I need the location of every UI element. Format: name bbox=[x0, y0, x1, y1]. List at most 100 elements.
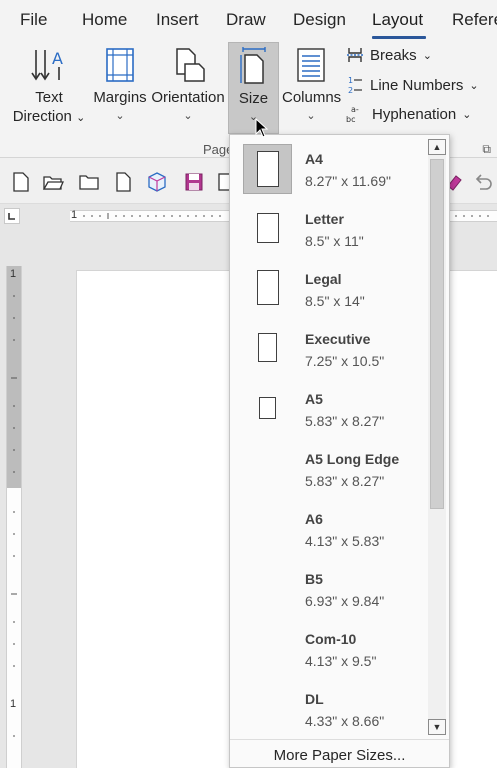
size-label: Size bbox=[238, 90, 269, 107]
scroll-down-arrow-icon[interactable]: ▼ bbox=[428, 719, 446, 735]
line-numbers-label: Line Numbers bbox=[370, 76, 464, 94]
paper-size-dims: 4.13" x 5.83" bbox=[305, 533, 385, 549]
paper-size-item-com-10[interactable]: Com-10 4.13" x 9.5" bbox=[230, 619, 426, 679]
tab-design[interactable]: Design bbox=[293, 10, 346, 30]
paper-size-dims: 8.5" x 14" bbox=[305, 293, 365, 309]
paper-size-name: B5 bbox=[305, 571, 323, 587]
line-numbers-button[interactable]: 1 2 Line Numbers ⌄ bbox=[346, 75, 479, 95]
open-folder-icon[interactable] bbox=[42, 171, 64, 193]
svg-text:1: 1 bbox=[348, 76, 353, 85]
hyphenation-button[interactable]: a- bc Hyphenation ⌄ bbox=[346, 104, 471, 124]
paper-size-item-executive[interactable]: Executive 7.25" x 10.5" bbox=[230, 319, 426, 379]
margins-label: Margins bbox=[93, 89, 147, 106]
paper-size-dims: 8.27" x 11.69" bbox=[305, 173, 391, 189]
paper-size-name: Legal bbox=[305, 271, 342, 287]
save-icon[interactable] bbox=[183, 171, 205, 193]
ruler-v-label-bottom: 1 bbox=[10, 698, 17, 710]
margins-chevron-icon: ⌄ bbox=[115, 110, 125, 122]
tab-layout[interactable]: Layout bbox=[372, 10, 423, 30]
margins-icon bbox=[106, 48, 134, 82]
columns-label: Columns bbox=[282, 89, 342, 106]
cube-icon[interactable] bbox=[146, 171, 168, 193]
orientation-chevron-icon: ⌄ bbox=[183, 110, 193, 122]
breaks-icon bbox=[347, 48, 363, 62]
svg-text:2: 2 bbox=[348, 86, 353, 95]
paper-size-thumbnail bbox=[243, 384, 292, 434]
scroll-up-arrow-icon[interactable]: ▲ bbox=[428, 139, 446, 155]
hyphenation-icon: a- bc bbox=[346, 105, 359, 124]
paper-size-item-dl[interactable]: DL 4.33" x 8.66" bbox=[230, 679, 426, 739]
blank-page-icon[interactable] bbox=[112, 171, 134, 193]
paper-size-thumbnail bbox=[243, 144, 292, 194]
size-button[interactable]: Size ⌄ bbox=[228, 42, 279, 134]
tab-references[interactable]: Refere bbox=[452, 10, 497, 30]
breaks-chevron-icon: ⌄ bbox=[422, 49, 432, 62]
paper-size-name: A4 bbox=[305, 151, 323, 167]
paper-size-name: Com-10 bbox=[305, 631, 357, 647]
paper-size-item-legal[interactable]: Legal 8.5" x 14" bbox=[230, 259, 426, 319]
margins-button[interactable]: Margins ⌄ bbox=[92, 46, 148, 126]
ribbon-tab-bar: File Home Insert Draw Design Layout Refe… bbox=[0, 0, 497, 40]
paper-size-item-a4[interactable]: A4 8.27" x 11.69" bbox=[230, 139, 426, 199]
paper-size-name: A6 bbox=[305, 511, 323, 527]
text-direction-button[interactable]: A Text Direction ⌄ bbox=[10, 46, 88, 128]
text-direction-icon: A bbox=[31, 49, 63, 81]
text-direction-label-2: Direction ⌄ bbox=[12, 108, 86, 125]
hyphenation-label: Hyphenation bbox=[372, 105, 457, 123]
orientation-label: Orientation bbox=[151, 89, 225, 106]
paper-size-dropdown: A4 8.27" x 11.69" Letter 8.5" x 11" Lega… bbox=[229, 134, 450, 768]
svg-text:a-: a- bbox=[351, 105, 359, 114]
tab-insert[interactable]: Insert bbox=[156, 10, 199, 30]
line-numbers-chevron-icon: ⌄ bbox=[469, 79, 479, 92]
undo-icon[interactable] bbox=[472, 171, 494, 193]
active-tab-indicator bbox=[372, 36, 426, 39]
mouse-cursor-icon bbox=[255, 118, 269, 138]
paper-size-item-a6[interactable]: A6 4.13" x 5.83" bbox=[230, 499, 426, 559]
ruler-v-label-top: 1 bbox=[10, 268, 17, 280]
orientation-button[interactable]: Orientation ⌄ bbox=[150, 46, 226, 126]
hyphenation-chevron-icon: ⌄ bbox=[462, 108, 472, 121]
menu-divider bbox=[230, 739, 449, 740]
tab-draw[interactable]: Draw bbox=[226, 10, 266, 30]
paper-size-thumbnail bbox=[243, 264, 292, 314]
orientation-icon bbox=[176, 48, 205, 82]
paper-size-thumbnail bbox=[243, 204, 292, 254]
paper-size-dims: 6.93" x 9.84" bbox=[305, 593, 385, 609]
vertical-ruler-ticks-icon bbox=[11, 295, 17, 737]
paper-size-dims: 5.83" x 8.27" bbox=[305, 413, 385, 429]
size-chevron-icon: ⌄ bbox=[248, 111, 259, 123]
paper-size-name: A5 bbox=[305, 391, 323, 407]
breaks-label: Breaks bbox=[370, 46, 417, 64]
more-paper-sizes-link[interactable]: More Paper Sizes... bbox=[230, 747, 449, 764]
scrollbar-thumb[interactable] bbox=[430, 159, 444, 509]
paper-size-dims: 7.25" x 10.5" bbox=[305, 353, 385, 369]
tab-file[interactable]: File bbox=[20, 10, 47, 30]
dropdown-scrollbar[interactable]: ▲ ▼ bbox=[428, 139, 446, 735]
size-icon bbox=[239, 47, 266, 84]
ruler-h-label: 1 bbox=[71, 209, 78, 221]
vertical-ruler[interactable]: 1 1 bbox=[6, 266, 22, 768]
paper-size-item-a5[interactable]: A5 5.83" x 8.27" bbox=[230, 379, 426, 439]
columns-chevron-icon: ⌄ bbox=[306, 110, 316, 122]
new-document-icon[interactable] bbox=[10, 171, 32, 193]
paper-size-name: A5 Long Edge bbox=[305, 451, 400, 467]
columns-icon bbox=[297, 48, 325, 82]
paper-size-dims: 8.5" x 11" bbox=[305, 233, 364, 249]
paper-size-dims: 5.83" x 8.27" bbox=[305, 473, 385, 489]
line-numbers-icon: 1 2 bbox=[348, 76, 362, 95]
text-direction-label-1: Text bbox=[35, 89, 63, 106]
paper-size-item-a5-long-edge[interactable]: A5 Long Edge 5.83" x 8.27" bbox=[230, 439, 426, 499]
paper-size-dims: 4.13" x 9.5" bbox=[305, 653, 377, 669]
folder-icon[interactable] bbox=[78, 171, 100, 193]
paper-size-name: DL bbox=[305, 691, 324, 707]
breaks-button[interactable]: Breaks ⌄ bbox=[346, 46, 432, 64]
svg-text:bc: bc bbox=[346, 115, 355, 124]
tab-home[interactable]: Home bbox=[82, 10, 127, 30]
paper-size-thumbnail bbox=[243, 324, 292, 374]
paper-size-name: Executive bbox=[305, 331, 371, 347]
paper-size-item-letter[interactable]: Letter 8.5" x 11" bbox=[230, 199, 426, 259]
tab-selector-icon[interactable] bbox=[4, 208, 20, 224]
paper-size-item-b5[interactable]: B5 6.93" x 9.84" bbox=[230, 559, 426, 619]
columns-button[interactable]: Columns ⌄ bbox=[282, 46, 342, 126]
dialog-launcher-icon[interactable]: ⧉ bbox=[482, 142, 491, 157]
